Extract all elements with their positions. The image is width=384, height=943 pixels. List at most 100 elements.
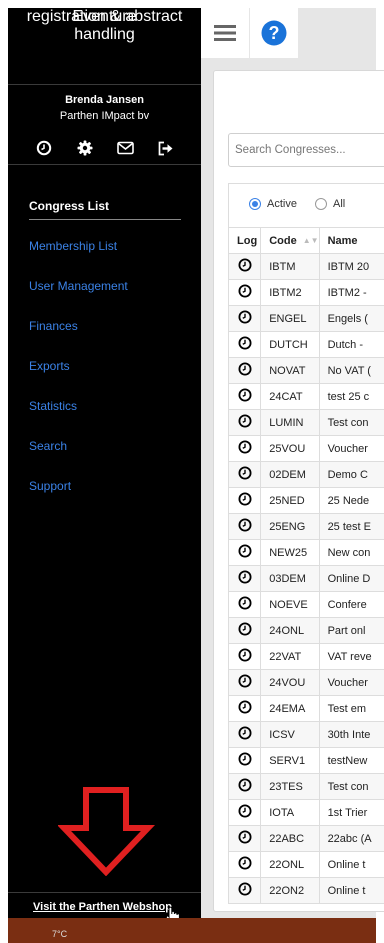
header-name[interactable]: Name <box>318 227 384 254</box>
log-cell[interactable] <box>227 695 262 722</box>
header-code[interactable]: Code ▲▼ <box>260 227 320 254</box>
table-row[interactable]: ENGEL Engels ( <box>227 305 384 332</box>
webshop-link[interactable]: Visit the Parthen Webshop <box>33 901 172 913</box>
table-row[interactable]: IOTA 1st Trier <box>227 799 384 826</box>
menu-button[interactable] <box>201 8 249 58</box>
nav-user-management[interactable]: User Management <box>29 279 128 293</box>
filter-all-radio[interactable]: All <box>315 198 345 210</box>
log-cell[interactable] <box>227 799 262 826</box>
clock-icon[interactable] <box>238 778 252 792</box>
envelope-icon[interactable] <box>116 139 134 157</box>
table-row[interactable]: 22ON2 Online t <box>227 877 384 904</box>
log-cell[interactable] <box>227 435 262 462</box>
table-row[interactable]: 25ENG 25 test E <box>227 513 384 540</box>
nav-finances[interactable]: Finances <box>29 319 78 333</box>
clock-icon[interactable] <box>238 674 252 688</box>
table-row[interactable]: 25VOU Voucher <box>227 435 384 462</box>
table-row[interactable]: 24VOU Voucher <box>227 669 384 696</box>
table-row[interactable]: 22ONL Online t <box>227 851 384 878</box>
log-cell[interactable] <box>227 513 262 540</box>
nav-search[interactable]: Search <box>29 439 67 453</box>
clock-icon[interactable] <box>238 726 252 740</box>
log-cell[interactable] <box>227 305 262 332</box>
name-cell[interactable]: 25 Nede <box>318 487 384 514</box>
table-row[interactable]: DUTCH Dutch - <box>227 331 384 358</box>
table-row[interactable]: 22VAT VAT reve <box>227 643 384 670</box>
table-row[interactable]: SERV1 testNew <box>227 747 384 774</box>
log-cell[interactable] <box>227 591 262 618</box>
clock-icon[interactable] <box>238 258 252 272</box>
nav-membership-list[interactable]: Membership List <box>29 239 117 253</box>
name-cell[interactable]: Voucher <box>318 435 384 462</box>
clock-icon[interactable] <box>238 518 252 532</box>
log-cell[interactable] <box>227 773 262 800</box>
log-cell[interactable] <box>227 565 262 592</box>
log-cell[interactable] <box>227 357 262 384</box>
table-row[interactable]: 22ABC 22abc (A <box>227 825 384 852</box>
name-cell[interactable]: Engels ( <box>318 305 384 332</box>
name-cell[interactable]: Demo C <box>318 461 384 488</box>
clock-icon[interactable] <box>238 310 252 324</box>
clock-icon[interactable] <box>238 284 252 298</box>
log-cell[interactable] <box>227 331 262 358</box>
header-log[interactable]: Log <box>227 227 262 254</box>
name-cell[interactable]: IBTM2 - <box>318 279 384 306</box>
log-cell[interactable] <box>227 617 262 644</box>
clock-icon[interactable] <box>238 388 252 402</box>
log-cell[interactable] <box>227 825 262 852</box>
clock-icon[interactable] <box>238 856 252 870</box>
log-cell[interactable] <box>227 409 262 436</box>
clock-icon[interactable] <box>238 700 252 714</box>
table-row[interactable]: NOEVE Confere <box>227 591 384 618</box>
clock-icon[interactable] <box>238 570 252 584</box>
clock-icon[interactable] <box>238 414 252 428</box>
table-row[interactable]: NOVAT No VAT ( <box>227 357 384 384</box>
table-row[interactable]: IBTM2 IBTM2 - <box>227 279 384 306</box>
logout-icon[interactable] <box>156 139 174 157</box>
gear-icon[interactable] <box>76 139 94 157</box>
name-cell[interactable]: 30th Inte <box>318 721 384 748</box>
search-input[interactable]: Search Congresses... <box>228 133 384 167</box>
log-cell[interactable] <box>227 461 262 488</box>
table-row[interactable]: IBTM IBTM 20 <box>227 253 384 280</box>
clock-icon[interactable] <box>238 440 252 454</box>
clock-icon[interactable] <box>238 622 252 636</box>
table-row[interactable]: NEW25 New con <box>227 539 384 566</box>
name-cell[interactable]: Test con <box>318 773 384 800</box>
name-cell[interactable]: 22abc (A <box>318 825 384 852</box>
clock-icon[interactable] <box>238 492 252 506</box>
name-cell[interactable]: testNew <box>318 747 384 774</box>
name-cell[interactable]: Part onl <box>318 617 384 644</box>
name-cell[interactable]: Test em <box>318 695 384 722</box>
table-row[interactable]: 02DEM Demo C <box>227 461 384 488</box>
help-button[interactable]: ? <box>250 8 298 58</box>
clock-icon[interactable] <box>35 139 53 157</box>
log-cell[interactable] <box>227 279 262 306</box>
clock-icon[interactable] <box>238 752 252 766</box>
clock-icon[interactable] <box>238 544 252 558</box>
clock-icon[interactable] <box>238 466 252 480</box>
log-cell[interactable] <box>227 539 262 566</box>
table-row[interactable]: 24EMA Test em <box>227 695 384 722</box>
clock-icon[interactable] <box>238 362 252 376</box>
table-row[interactable]: 24ONL Part onl <box>227 617 384 644</box>
name-cell[interactable]: New con <box>318 539 384 566</box>
log-cell[interactable] <box>227 721 262 748</box>
clock-icon[interactable] <box>238 336 252 350</box>
name-cell[interactable]: Online t <box>318 877 384 904</box>
log-cell[interactable] <box>227 747 262 774</box>
nav-exports[interactable]: Exports <box>29 359 70 373</box>
log-cell[interactable] <box>227 669 262 696</box>
clock-icon[interactable] <box>238 648 252 662</box>
name-cell[interactable]: Dutch - <box>318 331 384 358</box>
log-cell[interactable] <box>227 487 262 514</box>
log-cell[interactable] <box>227 643 262 670</box>
log-cell[interactable] <box>227 253 262 280</box>
name-cell[interactable]: Confere <box>318 591 384 618</box>
name-cell[interactable]: 25 test E <box>318 513 384 540</box>
nav-support[interactable]: Support <box>29 479 71 493</box>
table-row[interactable]: 03DEM Online D <box>227 565 384 592</box>
name-cell[interactable]: Online D <box>318 565 384 592</box>
name-cell[interactable]: Voucher <box>318 669 384 696</box>
clock-icon[interactable] <box>238 804 252 818</box>
